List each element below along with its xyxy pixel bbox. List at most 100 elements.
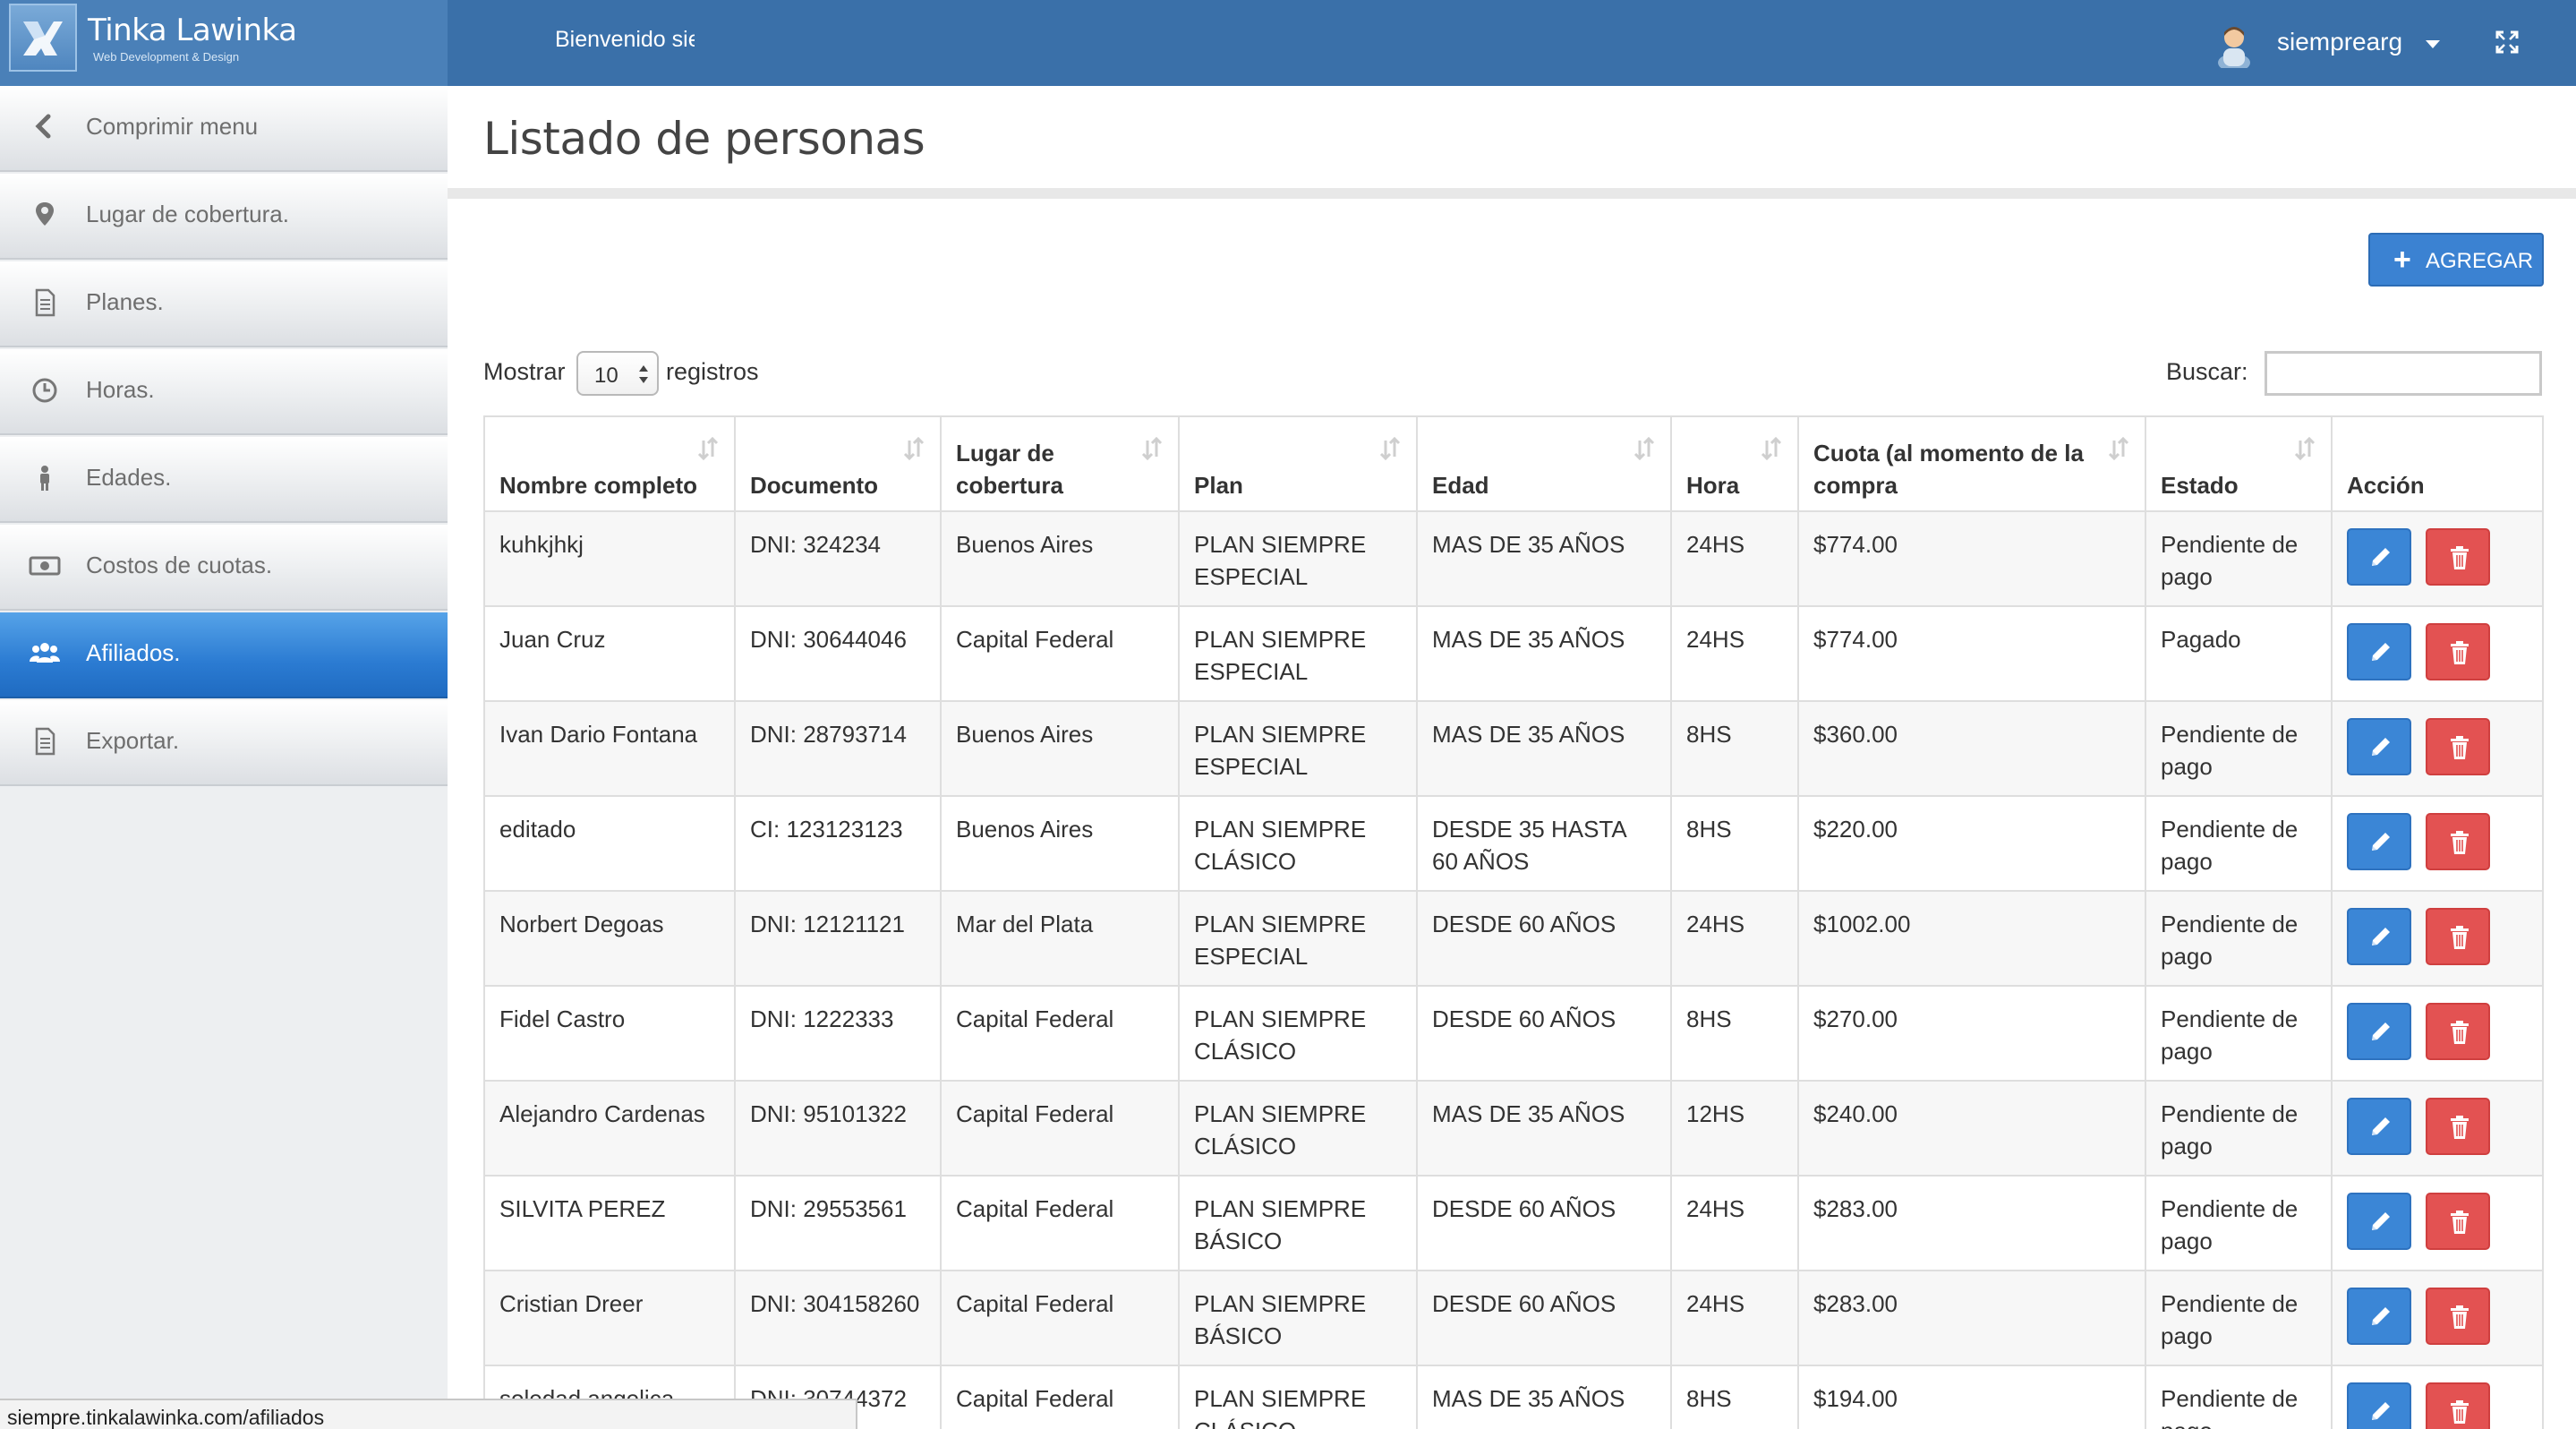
sidebar: Comprimir menu Lugar de cobertura. Plane… [0, 86, 448, 1429]
column-header[interactable]: Lugar de cobertura [940, 415, 1180, 512]
table-cell-actions [2331, 1270, 2544, 1366]
column-header[interactable]: Hora [1670, 415, 1799, 512]
table-cell: PLAN SIEMPRE CLÁSICO [1178, 1080, 1418, 1177]
trash-icon [2451, 831, 2469, 854]
column-header[interactable]: Estado [2145, 415, 2333, 512]
table-cell: 24HS [1670, 605, 1799, 702]
row-actions [2347, 1003, 2528, 1065]
row-actions [2347, 718, 2528, 781]
table-cell: Pendiente de pago [2145, 1175, 2333, 1271]
table-cell: $774.00 [1797, 510, 2146, 607]
user-avatar-icon[interactable] [2214, 21, 2254, 72]
edit-button[interactable] [2347, 1288, 2411, 1345]
sort-icon[interactable] [1378, 435, 1402, 462]
table-cell: DNI: 95101322 [734, 1080, 942, 1177]
table-cell: DNI: 324234 [734, 510, 942, 607]
delete-button[interactable] [2426, 1382, 2490, 1429]
column-header-label: Documento [750, 472, 878, 499]
table-cell: 24HS [1670, 510, 1799, 607]
sort-icon[interactable] [1633, 435, 1656, 462]
table-row: Fidel Castro DNI: 1222333 Capital Federal P… [483, 985, 2544, 1082]
trash-icon [2451, 1021, 2469, 1044]
sidebar-item-label: Costos de cuotas. [86, 552, 273, 578]
delete-button[interactable] [2426, 1098, 2490, 1155]
document-icon [29, 287, 61, 319]
sidebar-item-hours[interactable]: Horas. [0, 349, 448, 435]
delete-button[interactable] [2426, 1003, 2490, 1060]
table-cell: Alejandro Cardenas [483, 1080, 736, 1177]
search-input[interactable] [2265, 351, 2542, 396]
table-cell-actions [2331, 890, 2544, 987]
column-header[interactable]: Edad [1416, 415, 1672, 512]
sidebar-item-label: Lugar de cobertura. [86, 201, 289, 227]
sidebar-item-ages[interactable]: Edades. [0, 437, 448, 523]
sort-icon[interactable] [902, 435, 925, 462]
column-header[interactable]: Nombre completo [483, 415, 736, 512]
table-cell: $283.00 [1797, 1175, 2146, 1271]
user-name[interactable]: siemprearg [2277, 28, 2402, 56]
table-cell: DESDE 60 AÑOS [1416, 1270, 1672, 1366]
sort-icon[interactable] [1760, 435, 1783, 462]
edit-button[interactable] [2347, 528, 2411, 586]
edit-button[interactable] [2347, 1003, 2411, 1060]
row-actions [2347, 1098, 2528, 1160]
person-icon [29, 462, 61, 494]
edit-button[interactable] [2347, 623, 2411, 680]
table-cell: PLAN SIEMPRE BÁSICO [1178, 1270, 1418, 1366]
sidebar-item-compress-menu[interactable]: Comprimir menu [0, 86, 448, 172]
table-cell: PLAN SIEMPRE ESPECIAL [1178, 890, 1418, 987]
edit-button[interactable] [2347, 813, 2411, 870]
add-button-label: AGREGAR [2426, 249, 2534, 273]
delete-button[interactable] [2426, 1288, 2490, 1345]
sidebar-item-coverage[interactable]: Lugar de cobertura. [0, 174, 448, 260]
page-length-select[interactable]: 10 [576, 351, 659, 396]
sort-icon[interactable] [696, 435, 720, 462]
delete-button[interactable] [2426, 623, 2490, 680]
edit-button[interactable] [2347, 1382, 2411, 1429]
delete-button[interactable] [2426, 528, 2490, 586]
table-cell: Pagado [2145, 605, 2333, 702]
welcome-text: Bienvenido siempre [555, 27, 695, 52]
money-icon [29, 550, 61, 582]
trash-icon [2451, 736, 2469, 759]
table-cell: DESDE 60 AÑOS [1416, 890, 1672, 987]
table-cell: DNI: 304158260 [734, 1270, 942, 1366]
delete-button[interactable] [2426, 908, 2490, 965]
table-cell-actions [2331, 1175, 2544, 1271]
delete-button[interactable] [2426, 718, 2490, 775]
chevron-down-icon[interactable] [2426, 40, 2440, 48]
fullscreen-icon[interactable] [2495, 30, 2519, 54]
table-cell: MAS DE 35 AÑOS [1416, 1365, 1672, 1429]
brand[interactable]: Tinka Lawinka Web Development & Design [0, 0, 448, 86]
table-row: Juan Cruz DNI: 30644046 Capital Federal PLA… [483, 605, 2544, 702]
add-button[interactable]: + AGREGAR [2368, 233, 2544, 287]
delete-button[interactable] [2426, 813, 2490, 870]
edit-button[interactable] [2347, 718, 2411, 775]
column-header[interactable]: Cuota (al momento de la compra [1797, 415, 2146, 512]
sidebar-item-affiliates[interactable]: Afiliados. [0, 612, 448, 698]
column-header-label: Hora [1686, 472, 1740, 499]
sort-icon[interactable] [2107, 435, 2130, 462]
table-cell: PLAN SIEMPRE ESPECIAL [1178, 605, 1418, 702]
column-header-label: Plan [1194, 472, 1243, 499]
edit-button[interactable] [2347, 908, 2411, 965]
pencil-icon [2372, 1117, 2390, 1135]
delete-button[interactable] [2426, 1193, 2490, 1250]
pencil-icon [2372, 643, 2390, 661]
edit-button[interactable] [2347, 1098, 2411, 1155]
sidebar-item-export[interactable]: Exportar. [0, 700, 448, 786]
sort-icon[interactable] [1140, 435, 1164, 462]
column-header[interactable]: Documento [734, 415, 942, 512]
pencil-icon [2372, 1307, 2390, 1325]
table-cell: DNI: 30644046 [734, 605, 942, 702]
sort-icon[interactable] [2293, 435, 2316, 462]
table-cell: DESDE 60 AÑOS [1416, 985, 1672, 1082]
sidebar-item-plans[interactable]: Planes. [0, 261, 448, 347]
column-header-label: Estado [2161, 472, 2239, 499]
table-cell: Pendiente de pago [2145, 1270, 2333, 1366]
edit-button[interactable] [2347, 1193, 2411, 1250]
column-header[interactable]: Plan [1178, 415, 1418, 512]
table-cell: DESDE 35 HASTA 60 AÑOS [1416, 795, 1672, 892]
sidebar-item-fee-costs[interactable]: Costos de cuotas. [0, 525, 448, 611]
table-cell: $283.00 [1797, 1270, 2146, 1366]
